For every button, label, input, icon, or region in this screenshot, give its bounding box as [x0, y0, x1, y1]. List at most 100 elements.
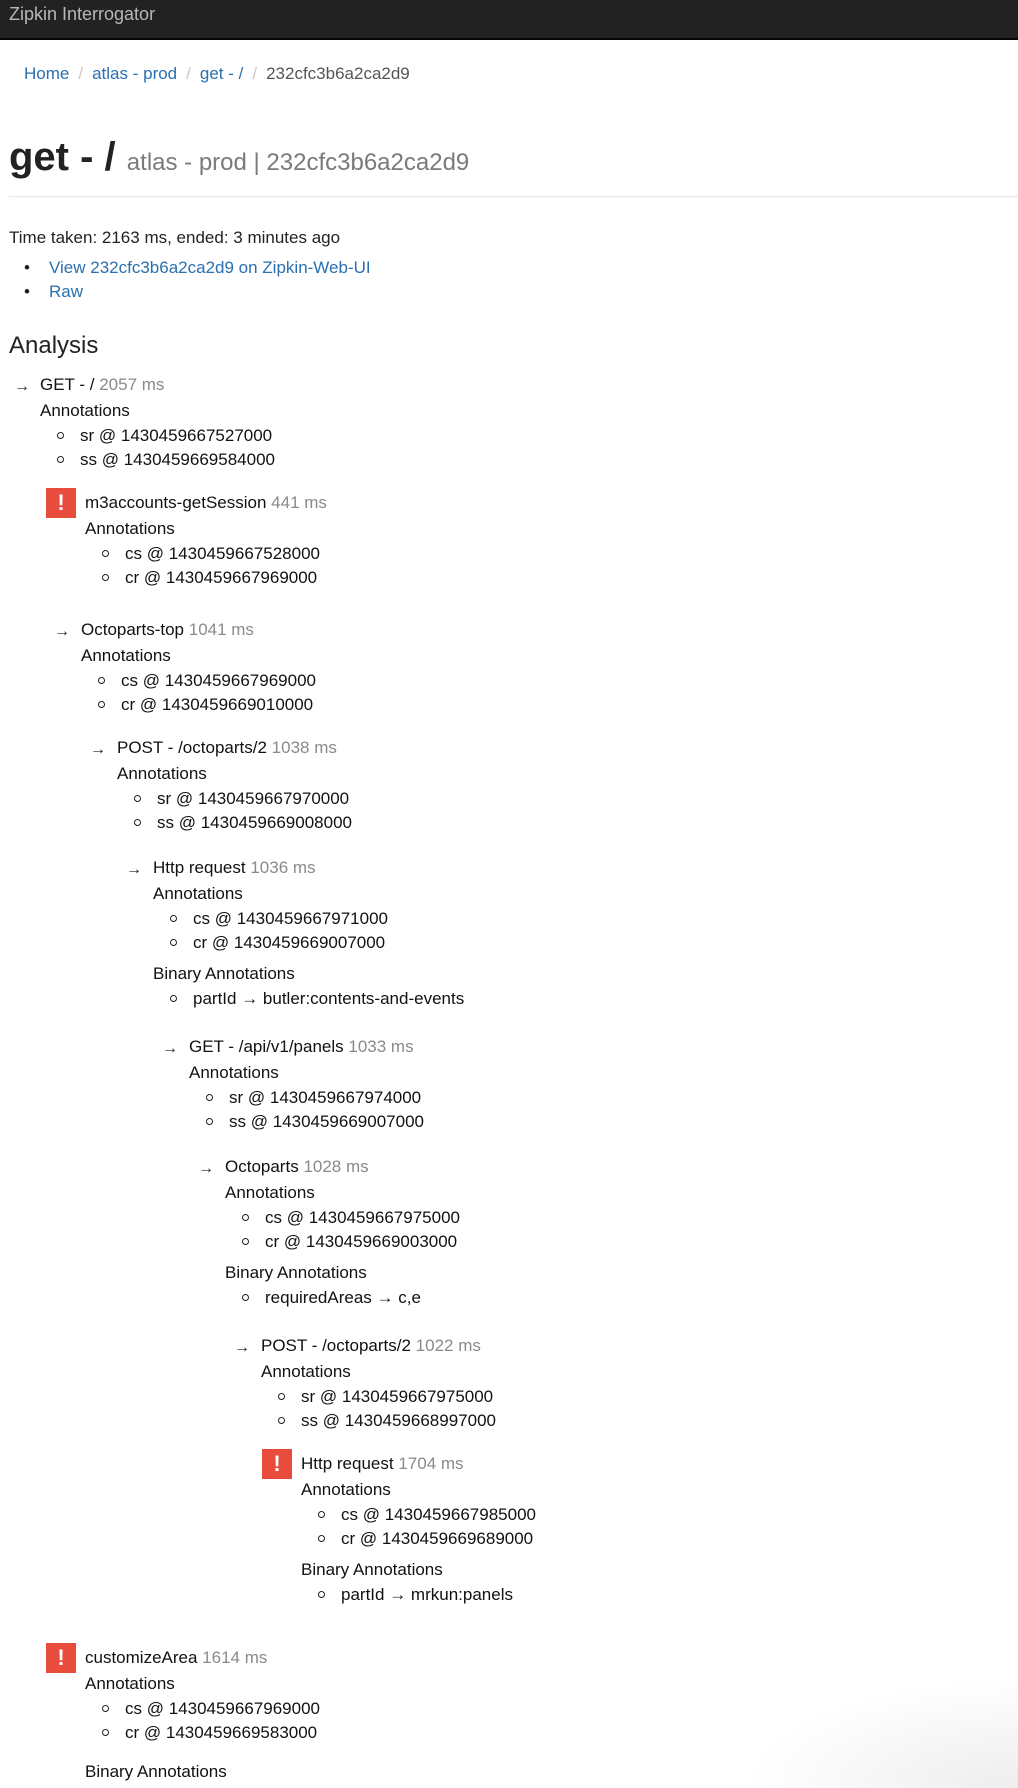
span-header[interactable]: → Octoparts-top 1041 ms [54, 617, 316, 643]
span-header[interactable]: → GET - / 2057 ms [14, 372, 275, 398]
span-name: Http request [153, 858, 246, 877]
span-block: ! Http request 1704 ms Annotations cs @ 143… [262, 1449, 536, 1607]
span-name: Http request [301, 1454, 394, 1473]
breadcrumb-trace-id: 232cfc3b6a2ca2d9 [266, 64, 410, 83]
span-block: ! m3accounts-getSession 441 ms Annotations… [46, 488, 327, 590]
annotation-item: cs @ 1430459667985000 [301, 1503, 536, 1527]
span-name: POST - /octoparts/2 [117, 738, 267, 757]
annotation-item: ss @ 1430459669584000 [40, 448, 275, 472]
span-duration: 1038 ms [271, 738, 337, 757]
binary-annotations-list: partId → butler:contents-and-events [153, 987, 464, 1011]
page-subtitle: atlas - prod | 232cfc3b6a2ca2d9 [126, 149, 470, 176]
annotations-title: Annotations [153, 884, 243, 903]
annotations-title: Annotations [225, 1183, 315, 1202]
annotation-item: cr @ 1430459669010000 [81, 693, 316, 717]
span-header[interactable]: → Http request 1036 ms [126, 855, 464, 881]
view-in-zipkin-link[interactable]: View 232cfc3b6a2ca2d9 on Zipkin-Web-UI [49, 258, 371, 277]
span-block: → POST - /octoparts/2 1038 ms Annotations s… [90, 735, 352, 835]
annotation-item: cr @ 1430459669003000 [225, 1230, 460, 1254]
span-name: GET - /api/v1/panels [189, 1037, 344, 1056]
span-header[interactable]: → POST - /octoparts/2 1038 ms [90, 735, 352, 761]
span-block: → GET - /api/v1/panels 1033 ms Annotations… [162, 1034, 424, 1134]
span-duration: 1028 ms [303, 1157, 369, 1176]
error-icon: ! [46, 488, 76, 518]
arrow-right-icon: → [126, 861, 142, 878]
divider [9, 196, 1018, 197]
span-name: m3accounts-getSession [85, 493, 267, 512]
annotations-list: sr @ 1430459667527000 ss @ 14304596695840… [40, 424, 275, 472]
annotation-item: sr @ 1430459667527000 [40, 424, 275, 448]
arrow-right-icon: → [234, 1339, 250, 1356]
span-name: GET - / [40, 375, 95, 394]
span-name: POST - /octoparts/2 [261, 1336, 411, 1355]
breadcrumb-span[interactable]: get - / [200, 64, 243, 83]
annotations-list: cs @ 1430459667985000 cr @ 14304596696890… [301, 1503, 536, 1551]
annotations-title: Annotations [189, 1063, 279, 1082]
annotations-list: cs @ 1430459667971000 cr @ 14304596690070… [153, 907, 464, 955]
annotation-item: cs @ 1430459667528000 [85, 542, 327, 566]
binary-annotations-list: partId → mrkun:panels [301, 1583, 536, 1607]
span-duration: 441 ms [271, 493, 327, 512]
span-duration: 1614 ms [202, 1648, 268, 1667]
breadcrumb-separator: / [252, 64, 258, 83]
trace-links: View 232cfc3b6a2ca2d9 on Zipkin-Web-UI R… [22, 256, 371, 304]
annotations-list: cs @ 1430459667969000 cr @ 14304596695830… [85, 1697, 320, 1745]
annotations-list: cs @ 1430459667528000 cr @ 14304596679690… [85, 542, 327, 590]
arrow-right-icon: → [198, 1160, 214, 1177]
binary-annotation-item: requiredAreas → c,e [225, 1286, 460, 1310]
span-duration: 2057 ms [99, 375, 165, 394]
span-header[interactable]: → Octoparts 1028 ms [198, 1154, 460, 1180]
annotations-list: sr @ 1430459667975000 ss @ 14304596689970… [261, 1385, 496, 1433]
binary-annotation-item: partId → butler:contents-and-events [153, 987, 464, 1011]
annotation-item: cs @ 1430459667969000 [81, 669, 316, 693]
annotations-title: Annotations [85, 1674, 175, 1693]
annotation-item: sr @ 1430459667970000 [117, 787, 352, 811]
span-header[interactable]: → POST - /octoparts/2 1022 ms [234, 1333, 496, 1359]
span-header[interactable]: ! customizeArea 1614 ms [46, 1643, 320, 1673]
span-duration: 1022 ms [415, 1336, 481, 1355]
annotations-list: cs @ 1430459667975000 cr @ 14304596690030… [225, 1206, 460, 1254]
raw-link[interactable]: Raw [49, 282, 83, 301]
arrow-right-icon: → [54, 623, 70, 640]
list-item: View 232cfc3b6a2ca2d9 on Zipkin-Web-UI [22, 256, 371, 280]
app-title[interactable]: Zipkin Interrogator [9, 4, 155, 24]
analysis-heading: Analysis [9, 332, 99, 359]
span-block: → Octoparts 1028 ms Annotations cs @ 143045… [198, 1154, 460, 1310]
arrow-right-icon: → [90, 741, 106, 758]
span-name: customizeArea [85, 1648, 198, 1667]
span-block: → GET - / 2057 ms Annotations sr @ 14304596… [14, 372, 275, 472]
error-icon: ! [262, 1449, 292, 1479]
arrow-right-icon: → [162, 1040, 178, 1057]
span-duration: 1033 ms [348, 1037, 414, 1056]
arrow-right-icon: → [14, 378, 30, 395]
span-duration: 1041 ms [188, 620, 254, 639]
decorative-shadow [718, 1668, 1018, 1788]
span-header[interactable]: ! m3accounts-getSession 441 ms [46, 488, 327, 518]
breadcrumb: Home / atlas - prod / get - / / 232cfc3b6a2ca2… [24, 64, 410, 84]
span-duration: 1036 ms [250, 858, 316, 877]
annotations-list: sr @ 1430459667974000 ss @ 14304596690070… [189, 1086, 424, 1134]
annotation-item: cs @ 1430459667969000 [85, 1697, 320, 1721]
annotation-item: sr @ 1430459667975000 [261, 1385, 496, 1409]
annotations-title: Annotations [117, 764, 207, 783]
annotation-item: cs @ 1430459667975000 [225, 1206, 460, 1230]
time-taken: Time taken: 2163 ms, ended: 3 minutes ag… [9, 228, 341, 247]
annotation-item: cs @ 1430459667971000 [153, 907, 464, 931]
annotations-title: Annotations [85, 519, 175, 538]
breadcrumb-separator: / [186, 64, 191, 83]
span-name: Octoparts-top [81, 620, 184, 639]
span-name: Octoparts [225, 1157, 299, 1176]
breadcrumb-home[interactable]: Home [24, 64, 69, 83]
span-header[interactable]: ! Http request 1704 ms [262, 1449, 536, 1479]
annotations-title: Annotations [40, 401, 130, 420]
annotation-item: ss @ 1430459669008000 [117, 811, 352, 835]
span-block-continuation: Binary Annotations [85, 1759, 227, 1785]
annotation-item: cr @ 1430459669583000 [85, 1721, 320, 1745]
binary-annotation-item: partId → mrkun:panels [301, 1583, 536, 1607]
binary-annotations-list: requiredAreas → c,e [225, 1286, 460, 1310]
breadcrumb-service[interactable]: atlas - prod [92, 64, 177, 83]
span-block: → POST - /octoparts/2 1022 ms Annotations s… [234, 1333, 496, 1433]
annotations-title: Annotations [81, 646, 171, 665]
span-block: ! customizeArea 1614 ms Annotations cs @ 14… [46, 1643, 320, 1745]
span-header[interactable]: → GET - /api/v1/panels 1033 ms [162, 1034, 424, 1060]
